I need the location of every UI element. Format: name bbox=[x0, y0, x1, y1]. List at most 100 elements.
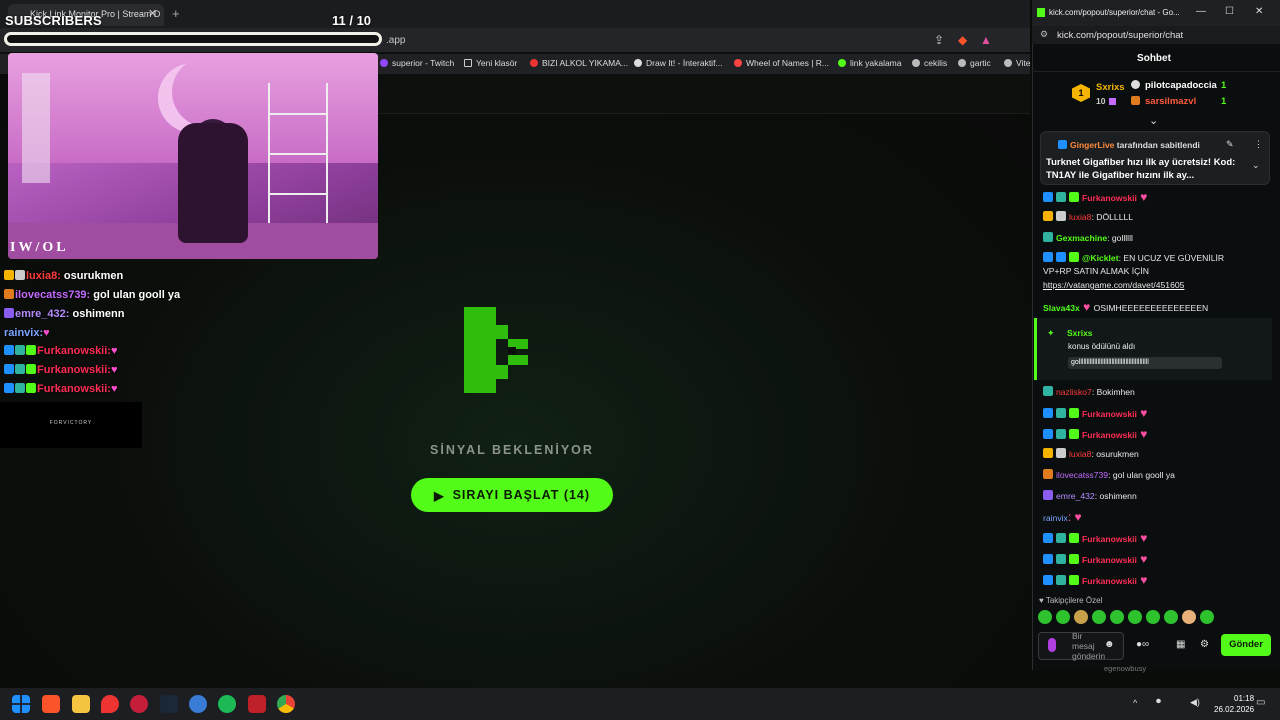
leader-avatar-icon bbox=[1131, 96, 1140, 105]
file-explorer-icon[interactable] bbox=[72, 695, 90, 713]
maps-icon[interactable] bbox=[101, 695, 119, 713]
chat-message[interactable]: Furkanowskii ♥ bbox=[1043, 573, 1147, 587]
site-info-icon[interactable]: ⚙ bbox=[1040, 29, 1048, 40]
popup-title: kick.com/popout/superior/chat - Go... bbox=[1049, 8, 1180, 17]
popup-url[interactable]: kick.com/popout/superior/chat bbox=[1057, 30, 1183, 41]
mic-tray-icon[interactable]: ⏺ bbox=[1156, 696, 1161, 707]
gaming-chair bbox=[178, 123, 248, 243]
leader-name[interactable]: Sxrixs bbox=[1096, 82, 1125, 93]
subscribers-count: 11 / 10 bbox=[332, 13, 372, 28]
overlay-chat-line: rainvix:♥ bbox=[4, 327, 50, 339]
chat-message[interactable]: luxia8: DÖLLLLL bbox=[1043, 211, 1133, 222]
signal-status: SİNYAL BEKLENİYOR bbox=[430, 443, 594, 457]
emote-icon bbox=[1200, 610, 1214, 624]
url-redaction-pill[interactable] bbox=[4, 32, 382, 46]
heart-emote-icon: ♥ bbox=[110, 383, 118, 395]
send-button[interactable]: Gönder bbox=[1221, 634, 1271, 656]
spotify-icon[interactable] bbox=[218, 695, 236, 713]
new-tab-icon[interactable]: + bbox=[172, 6, 180, 21]
notification-icon[interactable]: ▭ bbox=[1256, 697, 1265, 708]
background-chat-user: egenowbusy bbox=[1104, 664, 1147, 673]
chat-message[interactable]: Gexmachine: gollllll bbox=[1043, 232, 1133, 243]
bookmark-item[interactable]: superior - Twitch bbox=[380, 58, 454, 68]
sponsor-banner: FORVICTORY bbox=[0, 402, 142, 448]
leaderboard-count: 1 bbox=[1221, 80, 1227, 91]
bookmark-item[interactable]: Wheel of Names | R... bbox=[734, 58, 829, 68]
brave-browser-icon[interactable] bbox=[42, 695, 60, 713]
reward-user[interactable]: Sxrixs bbox=[1067, 328, 1093, 338]
brave-shield-icon[interactable]: ◆ bbox=[958, 33, 967, 47]
overlay-chat-line: Furkanowskii:♥ bbox=[4, 383, 118, 395]
bookmark-item[interactable]: gartic bbox=[958, 58, 991, 68]
start-queue-button[interactable]: ▶ SIRAYI BAŞLAT (14) bbox=[411, 478, 613, 512]
volume-icon[interactable]: ◀) bbox=[1190, 697, 1200, 708]
tab-close-icon[interactable]: ✕ bbox=[148, 7, 157, 20]
bookmark-item[interactable]: cekilis bbox=[912, 58, 947, 68]
store-icon[interactable]: ▦ bbox=[1176, 639, 1185, 650]
heart-emote-icon: ♥ bbox=[43, 327, 50, 339]
voicemeeter-icon[interactable] bbox=[248, 695, 266, 713]
share-icon[interactable]: ⇪ bbox=[934, 33, 944, 47]
chat-message[interactable]: Furkanowskii ♥ bbox=[1043, 406, 1147, 420]
chat-message[interactable]: Furkanowskii ♥ bbox=[1043, 190, 1147, 204]
leaderboard-count: 1 bbox=[1221, 96, 1227, 107]
emote-icon bbox=[1182, 610, 1196, 624]
minimize-icon[interactable]: — bbox=[1196, 6, 1206, 17]
chat-message[interactable]: Slava43x ♥ OSIMHEEEEEEEEEEEEEEN bbox=[1043, 300, 1208, 314]
chrome-icon[interactable] bbox=[277, 695, 295, 713]
kick-logo-icon bbox=[464, 307, 528, 393]
chat-message[interactable]: nazlisko7: Bokimhen bbox=[1043, 386, 1135, 397]
bookmark-item[interactable]: Vite bbox=[1004, 58, 1031, 68]
pinned-text: Turknet Gigafiber hızı ilk ay ücretsiz! … bbox=[1046, 157, 1236, 181]
leaderboard-entry[interactable]: pilotcapadoccia bbox=[1145, 80, 1217, 91]
chat-message[interactable]: emre_432: oshimenn bbox=[1043, 490, 1137, 501]
mic-icon[interactable] bbox=[1048, 638, 1056, 652]
rewards-icon[interactable]: ▲ bbox=[980, 33, 992, 47]
bookmark-item[interactable]: link yakalama bbox=[838, 58, 902, 68]
chat-message[interactable]: rainvix: ♥ bbox=[1043, 510, 1082, 524]
overlay-chat-line: Furkanowskii:♥ bbox=[4, 364, 118, 376]
pinned-by: GingerLive tarafından sabitlendi bbox=[1070, 140, 1200, 150]
emote-icon bbox=[1038, 610, 1052, 624]
settings-gear-icon[interactable]: ⚙ bbox=[1200, 639, 1209, 650]
pin-icon[interactable]: ✎ bbox=[1226, 139, 1234, 150]
chat-message[interactable]: @Kicklet: EN UCUZ VE GÜVENİLİR bbox=[1043, 252, 1224, 263]
clock[interactable]: 01:18 26.02.2026 bbox=[1214, 693, 1254, 715]
more-options-icon[interactable]: ⋮ bbox=[1254, 139, 1263, 150]
app-icon[interactable] bbox=[130, 695, 148, 713]
cam-logo: IW/OL bbox=[10, 240, 69, 255]
tray-chevron-icon[interactable]: ^ bbox=[1133, 698, 1137, 708]
emote-bar[interactable] bbox=[1038, 610, 1238, 626]
chat-message[interactable]: luxia8: osurukmen bbox=[1043, 448, 1139, 459]
close-icon[interactable]: ✕ bbox=[1255, 6, 1263, 17]
chat-message[interactable]: ilovecatss739: gol ulan gooll ya bbox=[1043, 469, 1175, 480]
bookmark-item[interactable]: BIZI ALKOL YIKAMA... bbox=[530, 58, 628, 68]
page-header bbox=[378, 74, 1030, 114]
start-queue-label: SIRAYI BAŞLAT (14) bbox=[452, 488, 591, 502]
leaderboard-entry[interactable]: sarsilmazvl bbox=[1145, 96, 1196, 107]
leader-avatar-icon bbox=[1131, 80, 1140, 89]
bookmark-item[interactable]: Yeni klasör bbox=[464, 58, 517, 68]
heart-emote-icon: ♥ bbox=[110, 345, 118, 357]
kicklet-link[interactable]: https://vatangame.com/davet/451605 bbox=[1043, 280, 1184, 290]
chat-message[interactable]: Furkanowskii ♥ bbox=[1043, 552, 1147, 566]
url-suffix[interactable]: .app bbox=[386, 35, 405, 46]
heart-emote-icon: ♥ bbox=[110, 364, 118, 376]
gift-sub-icon[interactable]: ●∞ bbox=[1136, 639, 1149, 650]
overlay-chat-line: ilovecatss739: gol ulan gooll ya bbox=[4, 289, 180, 301]
play-icon: ▶ bbox=[433, 488, 445, 503]
chat-header-title: Sohbet bbox=[1137, 53, 1171, 64]
kicklet-line: VP+RP SATIN ALMAK İÇİN bbox=[1043, 266, 1149, 276]
emote-icon bbox=[1056, 610, 1070, 624]
steam-icon[interactable] bbox=[160, 695, 178, 713]
chat-message[interactable]: Furkanowskii ♥ bbox=[1043, 427, 1147, 441]
webcam-feed bbox=[8, 53, 378, 259]
subscribers-title: SUBSCRIBERS bbox=[5, 13, 102, 28]
collapse-chevron-icon[interactable]: ⌄ bbox=[1149, 114, 1158, 127]
maximize-icon[interactable]: ☐ bbox=[1225, 6, 1234, 17]
leader-count: 10 bbox=[1096, 96, 1106, 106]
app-icon[interactable] bbox=[189, 695, 207, 713]
chat-message[interactable]: Furkanowskii ♥ bbox=[1043, 531, 1147, 545]
bookmark-item[interactable]: Draw It! - İnteraktif... bbox=[634, 58, 723, 68]
emoji-icon[interactable]: ☻ bbox=[1104, 639, 1115, 650]
